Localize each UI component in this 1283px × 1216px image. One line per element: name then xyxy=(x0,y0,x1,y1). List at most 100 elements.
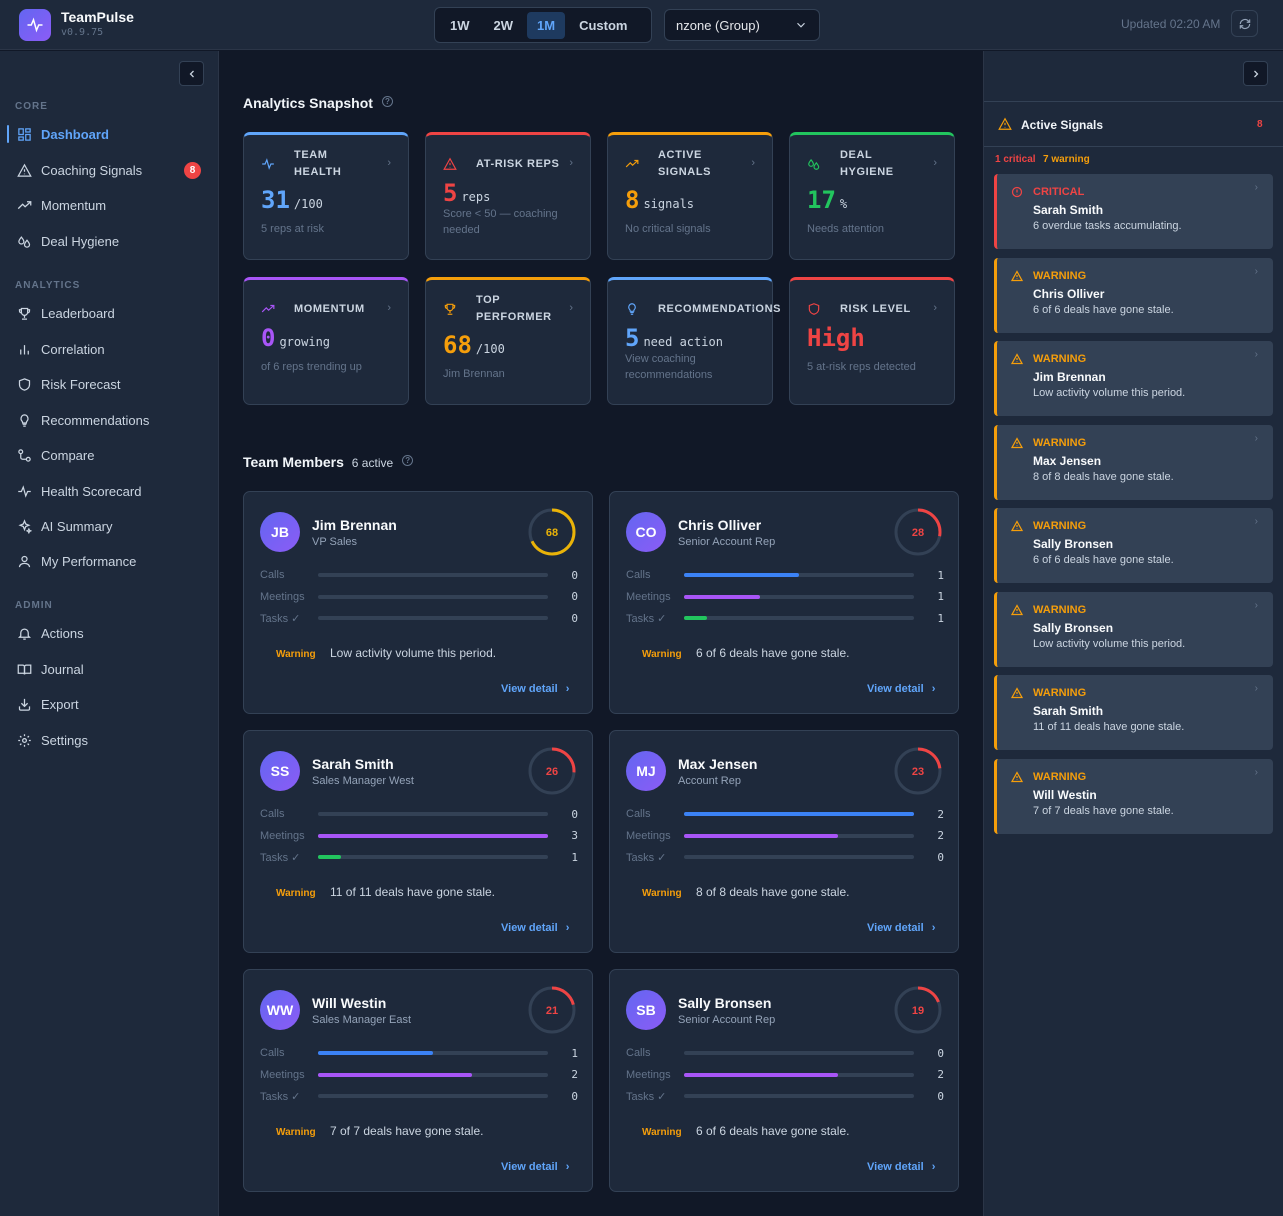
sidebar-item-actions[interactable]: Actions xyxy=(0,618,218,648)
metric-value: 1 xyxy=(571,1046,578,1060)
kpi-card[interactable]: TOP PERFORMER › 68/100 Jim Brennan xyxy=(425,277,591,405)
signal-message: Low activity volume this period. xyxy=(1033,637,1186,650)
help-icon[interactable]: ? xyxy=(381,96,393,107)
chevron-right-icon: › xyxy=(1254,265,1258,277)
sidebar-item-correlation[interactable]: Correlation xyxy=(0,334,218,364)
signal-item[interactable]: WARNING Jim Brennan Low activity volume … xyxy=(994,341,1273,416)
view-detail-link[interactable]: View detail › xyxy=(501,922,569,934)
signal-item[interactable]: CRITICAL Sarah Smith 6 overdue tasks acc… xyxy=(994,174,1273,249)
metric-bar xyxy=(684,594,914,599)
signals-title: Active Signals xyxy=(1021,118,1104,132)
gear-icon xyxy=(15,731,33,749)
signal-type: WARNING xyxy=(1033,770,1087,783)
kpi-title-line: AT-RISK REPS xyxy=(476,158,560,170)
signal-name: Chris Olliver xyxy=(1033,286,1105,301)
view-detail-label: View detail xyxy=(867,922,924,934)
sidebar-item-export[interactable]: Export xyxy=(0,689,218,719)
view-detail-link[interactable]: View detail › xyxy=(501,1161,569,1173)
trophy-icon xyxy=(443,302,457,316)
help-icon[interactable]: ? xyxy=(402,455,414,466)
warning-icon xyxy=(1010,269,1024,281)
app-name: TeamPulse xyxy=(61,9,134,25)
kpi-unit: /100 xyxy=(475,342,505,356)
kpi-card[interactable]: RECOMMENDATIONS › 5 need action View coac… xyxy=(607,277,780,405)
sidebar-item-health-scorecard[interactable]: Health Scorecard xyxy=(0,476,218,506)
signal-item[interactable]: WARNING Sally Bronsen Low activity volum… xyxy=(994,591,1273,667)
chevron-left-icon xyxy=(189,70,194,77)
sidebar-item-recommendations[interactable]: Recommendations xyxy=(0,405,218,435)
sidebar-item-my-performance[interactable]: My Performance xyxy=(0,546,218,576)
kpi-card[interactable]: TEAM HEALTH › 31/100 5 reps at risk xyxy=(243,132,409,260)
refresh-button[interactable] xyxy=(1231,10,1258,37)
sidebar-item-coaching-signals[interactable]: Coaching Signals 8 xyxy=(0,155,218,185)
sidebar-item-momentum[interactable]: Momentum xyxy=(0,190,218,220)
sidebar-item-settings[interactable]: Settings xyxy=(0,725,218,755)
sidebar-item-journal[interactable]: Journal xyxy=(0,654,218,684)
avatar: WW xyxy=(260,990,300,1030)
team-member-card[interactable]: MJ Max Jensen Account Rep 23 Calls 2 Mee… xyxy=(609,730,959,953)
compare-icon xyxy=(15,446,33,464)
team-member-card[interactable]: SS Sarah Smith Sales Manager West 26 Cal… xyxy=(243,730,593,953)
collapse-sidebar-button[interactable] xyxy=(179,61,204,86)
team-member-card[interactable]: CO Chris Olliver Senior Account Rep 28 C… xyxy=(609,491,959,714)
collapse-panel-button[interactable] xyxy=(1243,61,1268,86)
team-member-card[interactable]: SB Sally Bronsen Senior Account Rep 19 C… xyxy=(609,969,959,1192)
range-custom-button[interactable]: Custom xyxy=(569,12,637,39)
signals-count-badge: 8 xyxy=(184,162,201,179)
metric-label: Calls xyxy=(260,808,285,820)
warning-icon xyxy=(1010,519,1024,532)
metric-row-calls: Calls 1 xyxy=(626,568,944,582)
metric-value: 0 xyxy=(571,611,578,625)
range-1m-button[interactable]: 1M xyxy=(527,11,566,39)
chevron-right-icon: › xyxy=(1254,349,1258,360)
kpi-title-line: TOP xyxy=(476,294,501,306)
metric-label: Tasks ✓ xyxy=(626,851,667,864)
metric-value: 0 xyxy=(571,568,578,582)
view-detail-link[interactable]: View detail › xyxy=(867,1161,935,1173)
metric-row-meetings: Meetings 2 xyxy=(260,1068,578,1082)
team-member-card[interactable]: WW Will Westin Sales Manager East 21 Cal… xyxy=(243,969,593,1192)
team-member-card[interactable]: JB Jim Brennan VP Sales 68 Calls 0 Meeti… xyxy=(243,491,593,714)
kpi-card[interactable]: RISK LEVEL › High 5 at-risk reps detecte… xyxy=(789,277,955,405)
member-role: Sales Manager West xyxy=(312,775,414,787)
metric-bar xyxy=(684,1051,914,1055)
sidebar-item-ai-summary[interactable]: AI Summary xyxy=(0,511,218,541)
member-role: Senior Account Rep xyxy=(678,536,776,548)
chevron-right-icon: › xyxy=(751,157,755,169)
range-2w-button[interactable]: 2W xyxy=(484,12,524,39)
metric-label: Tasks ✓ xyxy=(260,1090,301,1103)
kpi-subtitle: Score < 50 — coaching needed xyxy=(443,208,558,236)
metric-label: Meetings xyxy=(626,590,671,603)
sidebar-item-leaderboard[interactable]: Leaderboard xyxy=(0,298,218,328)
signal-item[interactable]: WARNING Sally Bronsen 6 of 6 deals have … xyxy=(994,508,1273,583)
range-1w-button[interactable]: 1W xyxy=(440,12,480,39)
view-detail-link[interactable]: View detail › xyxy=(501,683,569,695)
kpi-title: RISK LEVEL xyxy=(840,301,935,318)
view-detail-link[interactable]: View detail › xyxy=(867,683,935,695)
kpi-card[interactable]: AT-RISK REPS › 5 reps Score < 50 — coachi… xyxy=(425,132,591,260)
metric-value: 0 xyxy=(937,850,944,864)
kpi-card[interactable]: MOMENTUM › 0 growing of 6 reps trending u… xyxy=(243,277,409,405)
sidebar-item-compare[interactable]: Compare xyxy=(0,440,218,470)
sidebar-item-dashboard[interactable]: Dashboard xyxy=(0,119,218,149)
sidebar-item-deal-hygiene[interactable]: Deal Hygiene xyxy=(0,226,218,256)
kpi-value: 8 signals xyxy=(625,186,694,214)
signal-item[interactable]: WARNING Max Jensen 8 of 8 deals have gon… xyxy=(994,424,1273,500)
metric-row-tasks: Tasks ✓ 0 xyxy=(260,611,578,625)
sidebar-item-risk-forecast[interactable]: Risk Forecast xyxy=(0,369,218,399)
signal-message: Low activity volume this period. xyxy=(1033,387,1186,399)
sidebar-item-label: Settings xyxy=(41,732,88,748)
group-select[interactable]: nzone (Group) xyxy=(664,9,820,41)
chevron-right-icon: › xyxy=(931,1161,936,1173)
kpi-card[interactable]: ACTIVE SIGNALS › 8 signals No critical sig… xyxy=(607,132,773,260)
signal-item[interactable]: WARNING Will Westin 7 of 7 deals have go… xyxy=(994,758,1273,834)
signal-item[interactable]: WARNING Sarah Smith 11 of 11 deals have … xyxy=(994,675,1273,750)
metric-bar xyxy=(684,616,914,620)
user-icon xyxy=(15,552,33,570)
member-name: Will Westin xyxy=(312,995,387,1011)
avatar: CO xyxy=(626,512,666,552)
kpi-card[interactable]: DEAL HYGIENE › 17% Needs attention xyxy=(789,132,955,260)
member-message: 8 of 8 deals have gone stale. xyxy=(696,885,850,899)
signal-item[interactable]: WARNING Chris Olliver 6 of 6 deals have … xyxy=(994,257,1273,333)
view-detail-link[interactable]: View detail › xyxy=(867,922,935,934)
